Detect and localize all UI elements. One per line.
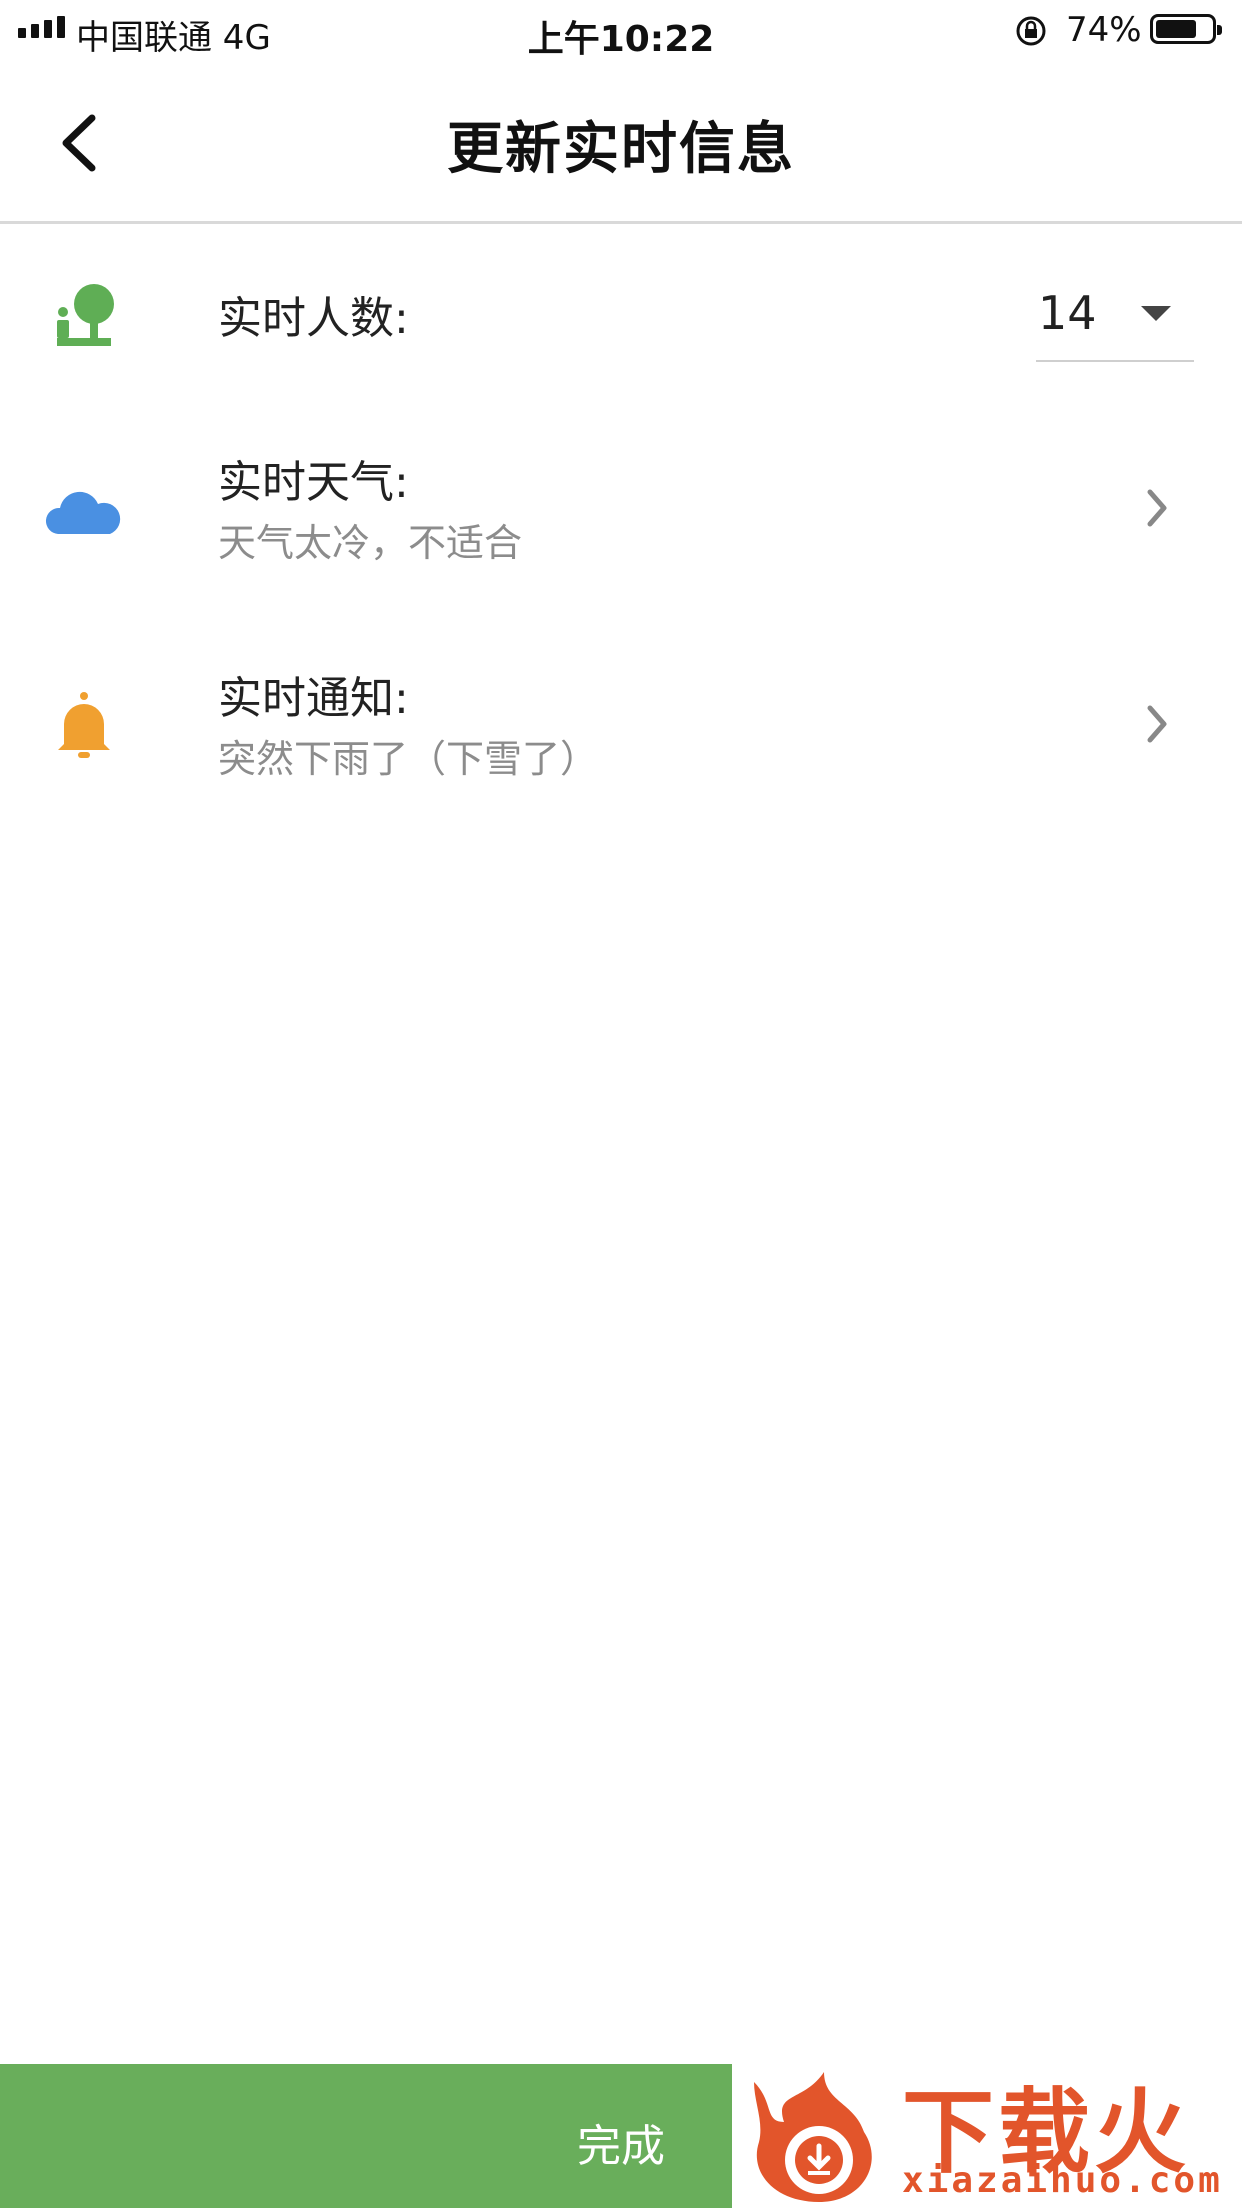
status-bar: 中国联通 4G 上午10:22 74%	[0, 0, 1242, 62]
battery-percent: 74%	[1066, 10, 1142, 50]
watermark-url: xiazaihuo.com	[902, 2160, 1223, 2201]
people-count-value: 14	[1038, 286, 1097, 340]
chevron-right-icon	[1147, 489, 1167, 527]
page-title: 更新实时信息	[447, 117, 795, 182]
people-count-dropdown[interactable]: 14	[1036, 278, 1194, 362]
people-count-label: 实时人数:	[218, 293, 409, 344]
flame-logo-icon	[754, 2072, 872, 2202]
notice-row[interactable]: 实时通知: 突然下雨了（下雪了）	[0, 646, 1242, 816]
notice-value: 突然下雨了（下雪了）	[218, 737, 599, 781]
chevron-right-icon	[1147, 705, 1167, 743]
notice-label: 实时通知:	[218, 673, 409, 724]
battery-icon	[1150, 14, 1222, 44]
caret-down-icon	[1141, 306, 1171, 321]
bell-icon	[58, 692, 110, 758]
rotation-lock-icon	[1016, 16, 1046, 46]
weather-label: 实时天气:	[218, 457, 409, 508]
weather-row[interactable]: 实时天气: 天气太冷，不适合	[0, 430, 1242, 600]
weather-value: 天气太冷，不适合	[218, 521, 523, 565]
tree-person-icon	[57, 284, 114, 346]
cloud-icon	[45, 491, 121, 534]
status-time: 上午10:22	[527, 19, 715, 60]
watermark-logo: 下载火 xiazaihuo.com	[732, 2048, 1242, 2208]
navigation-bar: 更新实时信息	[0, 62, 1242, 224]
